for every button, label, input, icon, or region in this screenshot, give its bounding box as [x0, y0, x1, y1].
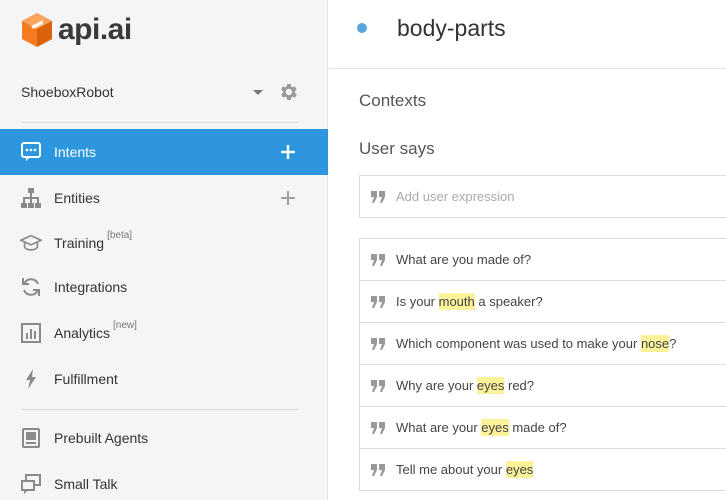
sitemap-icon: [20, 187, 42, 209]
sidebar-item-fulfillment[interactable]: Fulfillment: [0, 356, 328, 402]
agent-name: ShoeboxRobot: [21, 84, 114, 100]
sidebar-item-label: Fulfillment: [54, 371, 118, 387]
expression-row[interactable]: Tell me about your eyes: [360, 449, 726, 491]
intent-title[interactable]: body-parts: [397, 15, 506, 42]
status-dot: [357, 23, 367, 33]
agent-selector[interactable]: ShoeboxRobot: [21, 80, 299, 104]
sidebar-item-analytics[interactable]: Analytics [new]: [0, 310, 328, 356]
bar-chart-icon: [20, 322, 42, 344]
quote-icon: [360, 253, 396, 266]
entity-highlight[interactable]: mouth: [438, 293, 475, 310]
entity-highlight[interactable]: nose: [640, 335, 670, 352]
refresh-icon: [20, 276, 42, 298]
expression-row[interactable]: Why are your eyes red?: [360, 365, 726, 407]
sidebar-item-label: Prebuilt Agents: [54, 430, 149, 446]
sidebar-item-entities[interactable]: Entities: [0, 175, 328, 221]
brand-name: api.ai: [58, 13, 132, 46]
add-intent-icon[interactable]: [278, 142, 298, 162]
expression-fragment: Why are your: [396, 378, 477, 393]
new-badge: [new]: [113, 320, 137, 331]
sidebar-item-label: Intents: [54, 144, 97, 160]
user-expression-input[interactable]: [396, 189, 716, 204]
analytics-label: Analytics: [54, 325, 111, 341]
app-root: api.ai ShoeboxRobot Intents Entities Tra…: [0, 0, 726, 500]
expression-fragment: Which component was used to make your: [396, 336, 641, 351]
expression-text: Which component was used to make your no…: [396, 335, 677, 352]
quote-icon: [360, 379, 396, 392]
expression-text: Tell me about your eyes: [396, 461, 534, 478]
quote-icon: [360, 463, 396, 476]
sidebar-item-label: Entities: [54, 190, 100, 206]
sidebar: api.ai ShoeboxRobot Intents Entities Tra…: [0, 0, 328, 500]
expression-row[interactable]: Is your mouth a speaker?: [360, 281, 726, 323]
brand-logo[interactable]: api.ai: [21, 10, 132, 50]
cube-logo-icon: [22, 13, 52, 47]
bolt-icon: [20, 368, 42, 390]
user-says-section: User says: [359, 139, 435, 158]
expression-fragment: made of?: [508, 420, 567, 435]
sidebar-item-label: Training [beta]: [54, 230, 132, 251]
sidebar-item-label: Integrations: [54, 279, 128, 295]
expression-text: Why are your eyes red?: [396, 377, 535, 394]
chat-icon: [20, 473, 42, 495]
expression-fragment: a speaker?: [474, 294, 543, 309]
entity-highlight[interactable]: eyes: [476, 377, 505, 394]
chat-bubble-icon: [20, 141, 42, 163]
sidebar-item-label: Small Talk: [54, 476, 118, 492]
chevron-down-icon[interactable]: [253, 89, 263, 95]
add-expression-box[interactable]: [359, 175, 726, 218]
graduation-cap-icon: [20, 232, 42, 254]
quote-icon: [360, 190, 396, 203]
quote-icon: [360, 337, 396, 350]
divider: [21, 409, 299, 410]
sidebar-item-label: Analytics [new]: [54, 320, 137, 341]
entity-highlight[interactable]: eyes: [481, 419, 509, 436]
beta-badge: [beta]: [107, 230, 133, 241]
expression-fragment: Tell me about your: [396, 462, 506, 477]
training-label: Training: [54, 235, 105, 251]
gear-icon[interactable]: [277, 81, 299, 103]
expression-list: What are you made of? Is your mouth a spe…: [359, 238, 726, 491]
entity-highlight[interactable]: eyes: [505, 461, 534, 478]
expression-fragment: ?: [669, 336, 677, 351]
expression-row[interactable]: What are you made of?: [360, 239, 726, 281]
expression-fragment: What are your: [396, 420, 482, 435]
sidebar-item-training[interactable]: Training [beta]: [0, 220, 328, 266]
quote-icon: [360, 295, 396, 308]
expression-text: Is your mouth a speaker?: [396, 293, 543, 310]
expression-fragment: Is your: [396, 294, 439, 309]
contexts-section[interactable]: Contexts: [359, 91, 426, 111]
add-entity-icon[interactable]: [278, 188, 298, 208]
divider: [21, 122, 299, 123]
intent-header: body-parts: [329, 0, 726, 69]
sidebar-item-integrations[interactable]: Integrations: [0, 264, 328, 310]
expression-row[interactable]: Which component was used to make your no…: [360, 323, 726, 365]
expression-text: What are your eyes made of?: [396, 419, 567, 436]
expression-text: What are you made of?: [396, 252, 531, 267]
book-icon: [20, 427, 42, 449]
sidebar-item-small-talk[interactable]: Small Talk: [0, 461, 328, 500]
quote-icon: [360, 421, 396, 434]
expression-row[interactable]: What are your eyes made of?: [360, 407, 726, 449]
main-content: body-parts Contexts User says What are y…: [329, 0, 726, 500]
expression-fragment: red?: [504, 378, 535, 393]
sidebar-item-intents[interactable]: Intents: [0, 129, 328, 175]
expression-fragment: What are you made of?: [396, 252, 532, 267]
sidebar-item-prebuilt-agents[interactable]: Prebuilt Agents: [0, 415, 328, 461]
